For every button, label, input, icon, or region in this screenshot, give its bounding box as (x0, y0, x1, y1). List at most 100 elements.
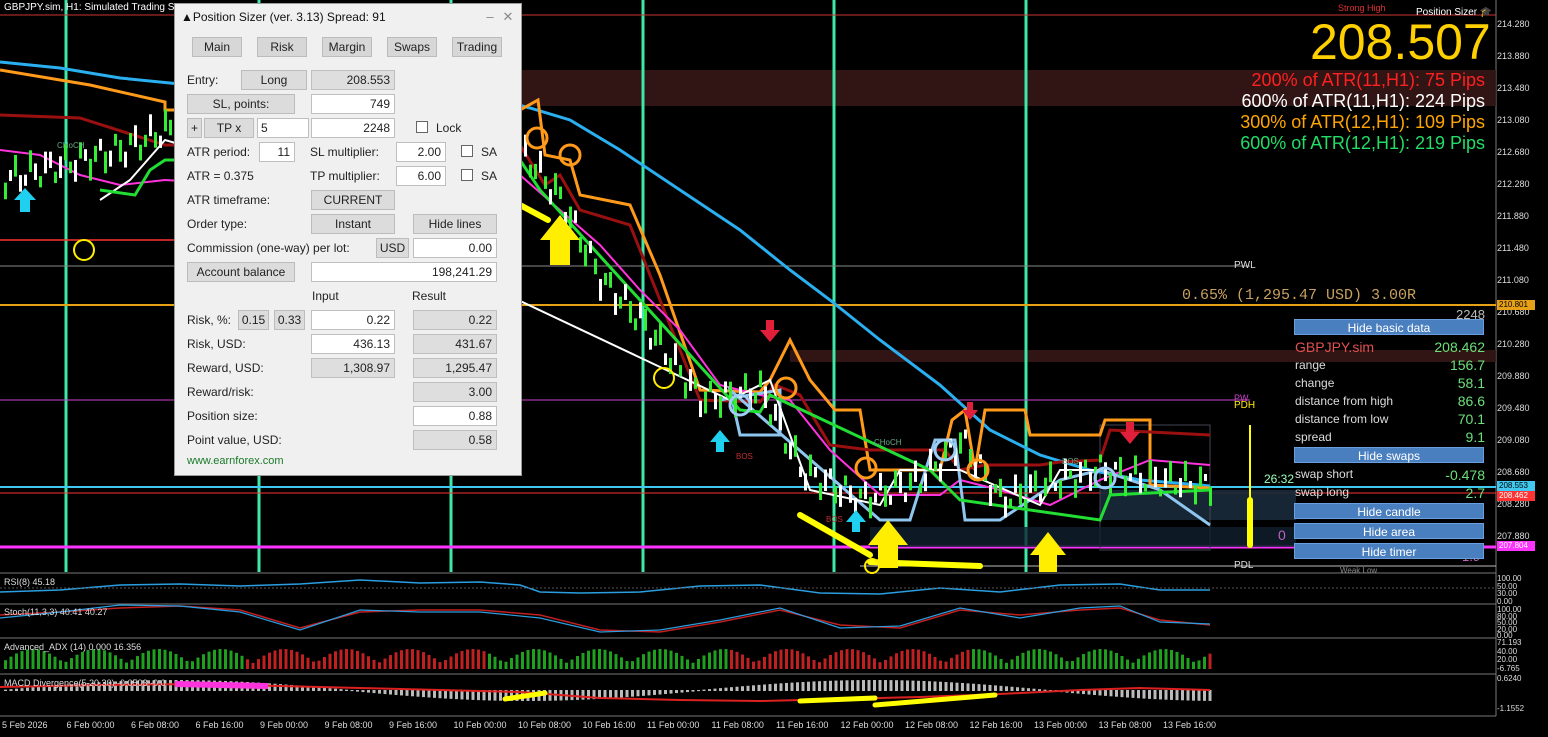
account-balance-button[interactable]: Account balance (187, 262, 295, 282)
macd-bar (576, 690, 579, 700)
commission-field[interactable]: 0.00 (413, 238, 497, 258)
adx-bar (746, 657, 750, 669)
macd-bar (1038, 689, 1041, 691)
time-tick: 11 Feb 00:00 (647, 720, 700, 730)
entry-price-field[interactable]: 208.553 (311, 70, 395, 90)
candle-timer: 26:32 (1264, 472, 1295, 486)
sl-multiplier-field[interactable]: 2.00 (396, 142, 446, 162)
candle (19, 175, 22, 192)
hide-lines-button[interactable]: Hide lines (413, 214, 497, 234)
sl-sa-checkbox[interactable] (461, 145, 473, 157)
adx-bar (92, 649, 95, 669)
hide-basic-data-button[interactable]: Hide basic data (1294, 319, 1484, 335)
macd-bar (994, 685, 997, 691)
tp-multiply-button[interactable]: TP x (204, 118, 254, 138)
sl-points-button[interactable]: SL, points: (187, 94, 295, 114)
candle (819, 482, 822, 500)
candle (614, 293, 617, 315)
candle (1139, 472, 1142, 494)
candle (639, 302, 642, 319)
hide-area-button[interactable]: Hide area (1294, 523, 1484, 539)
macd-bar (356, 690, 359, 692)
tab-trading[interactable]: Trading (452, 37, 502, 57)
time-tick: 10 Feb 16:00 (582, 720, 636, 730)
candle (1119, 456, 1122, 476)
time-tick: 5 Feb 2026 (2, 720, 48, 730)
macd-bar (438, 690, 442, 699)
adx-bar (493, 656, 497, 669)
order-type-button[interactable]: Instant (311, 214, 395, 234)
minimize-icon[interactable]: – (483, 4, 497, 30)
macd-bar (548, 690, 552, 701)
lock-checkbox[interactable] (416, 121, 428, 133)
candle (834, 486, 837, 504)
hide-swaps-button[interactable]: Hide swaps (1294, 447, 1484, 463)
website-link[interactable]: www.earnforex.com (187, 455, 284, 467)
pwl-label: PWL (1234, 260, 1256, 271)
candle (624, 284, 627, 300)
adx-bar (1093, 649, 1096, 669)
sl-points-field[interactable]: 749 (311, 94, 395, 114)
tp-sa-checkbox[interactable] (461, 169, 473, 181)
tp-multiplier-field[interactable]: 5 (257, 118, 309, 138)
tp-add-button[interactable]: + (187, 118, 202, 138)
position-size-field[interactable]: 0.88 (413, 406, 497, 426)
adx-bar (614, 654, 618, 669)
candle (694, 377, 697, 389)
candle (129, 133, 132, 146)
hide-candle-button[interactable]: Hide candle (1294, 503, 1484, 519)
adx-bar (378, 662, 381, 669)
macd-bar (20, 688, 24, 691)
time-tick: 13 Feb 16:00 (1163, 720, 1217, 730)
adx-bar (988, 652, 992, 669)
candle (69, 161, 72, 174)
hide-timer-button[interactable]: Hide timer (1294, 543, 1484, 559)
position-sizer-panel[interactable]: ▲Position Sizer (ver. 3.13) Spread: 91 –… (174, 3, 522, 476)
risk-preset-1-button[interactable]: 0.15 (238, 310, 269, 330)
tab-swaps[interactable]: Swaps (387, 37, 437, 57)
macd-bar (1126, 690, 1129, 698)
time-tick: 10 Feb 00:00 (453, 720, 507, 730)
tp-multiplier-atr-field[interactable]: 6.00 (396, 166, 446, 186)
risk-preset-2-button[interactable]: 0.33 (274, 310, 305, 330)
tp-points-field[interactable]: 2248 (311, 118, 395, 138)
entry-type-button[interactable]: Long (241, 70, 307, 90)
info-row-value: 156.7 (1449, 357, 1485, 373)
atr-period-field[interactable]: 11 (259, 142, 295, 162)
candle (989, 484, 992, 507)
account-balance-field[interactable]: 198,241.29 (311, 262, 497, 282)
time-tick: 12 Feb 00:00 (840, 720, 894, 730)
adx-bar (1164, 649, 1168, 669)
sl-multiplier-label: SL multiplier: (310, 145, 379, 159)
info-row-label: range (1295, 358, 1326, 372)
risk-usd-input[interactable]: 436.13 (311, 334, 395, 354)
macd-bar (1197, 690, 1201, 701)
tab-main[interactable]: Main (192, 37, 242, 57)
candle (544, 176, 547, 189)
macd-bar (933, 681, 937, 691)
tab-risk[interactable]: Risk (257, 37, 307, 57)
adx-bar (367, 656, 370, 669)
adx-bar (735, 651, 739, 669)
adx-bar (768, 653, 772, 669)
candle (654, 329, 657, 346)
candle (1189, 480, 1192, 489)
macd-bar (823, 680, 827, 691)
close-icon[interactable]: ✕ (501, 4, 515, 30)
price-tick: 211.480 (1497, 243, 1529, 253)
commission-currency-button[interactable]: USD (376, 238, 409, 258)
macd-bar (796, 682, 799, 691)
candle (1079, 461, 1082, 483)
adx-bar (922, 651, 926, 669)
adx-bar (730, 649, 733, 669)
risk-pct-input[interactable]: 0.22 (311, 310, 395, 330)
candle (139, 144, 142, 161)
adx-bar (724, 649, 728, 669)
info-row-label: spread (1295, 430, 1332, 444)
risk-pct-result: 0.22 (413, 310, 497, 330)
adx-bar (999, 658, 1003, 669)
tab-margin[interactable]: Margin (322, 37, 372, 57)
atr-timeframe-button[interactable]: CURRENT (311, 190, 395, 210)
panel-titlebar[interactable]: ▲Position Sizer (ver. 3.13) Spread: 91 –… (175, 4, 521, 30)
atr-line-4: 600% of ATR(12,H1): 219 Pips (1240, 133, 1485, 153)
